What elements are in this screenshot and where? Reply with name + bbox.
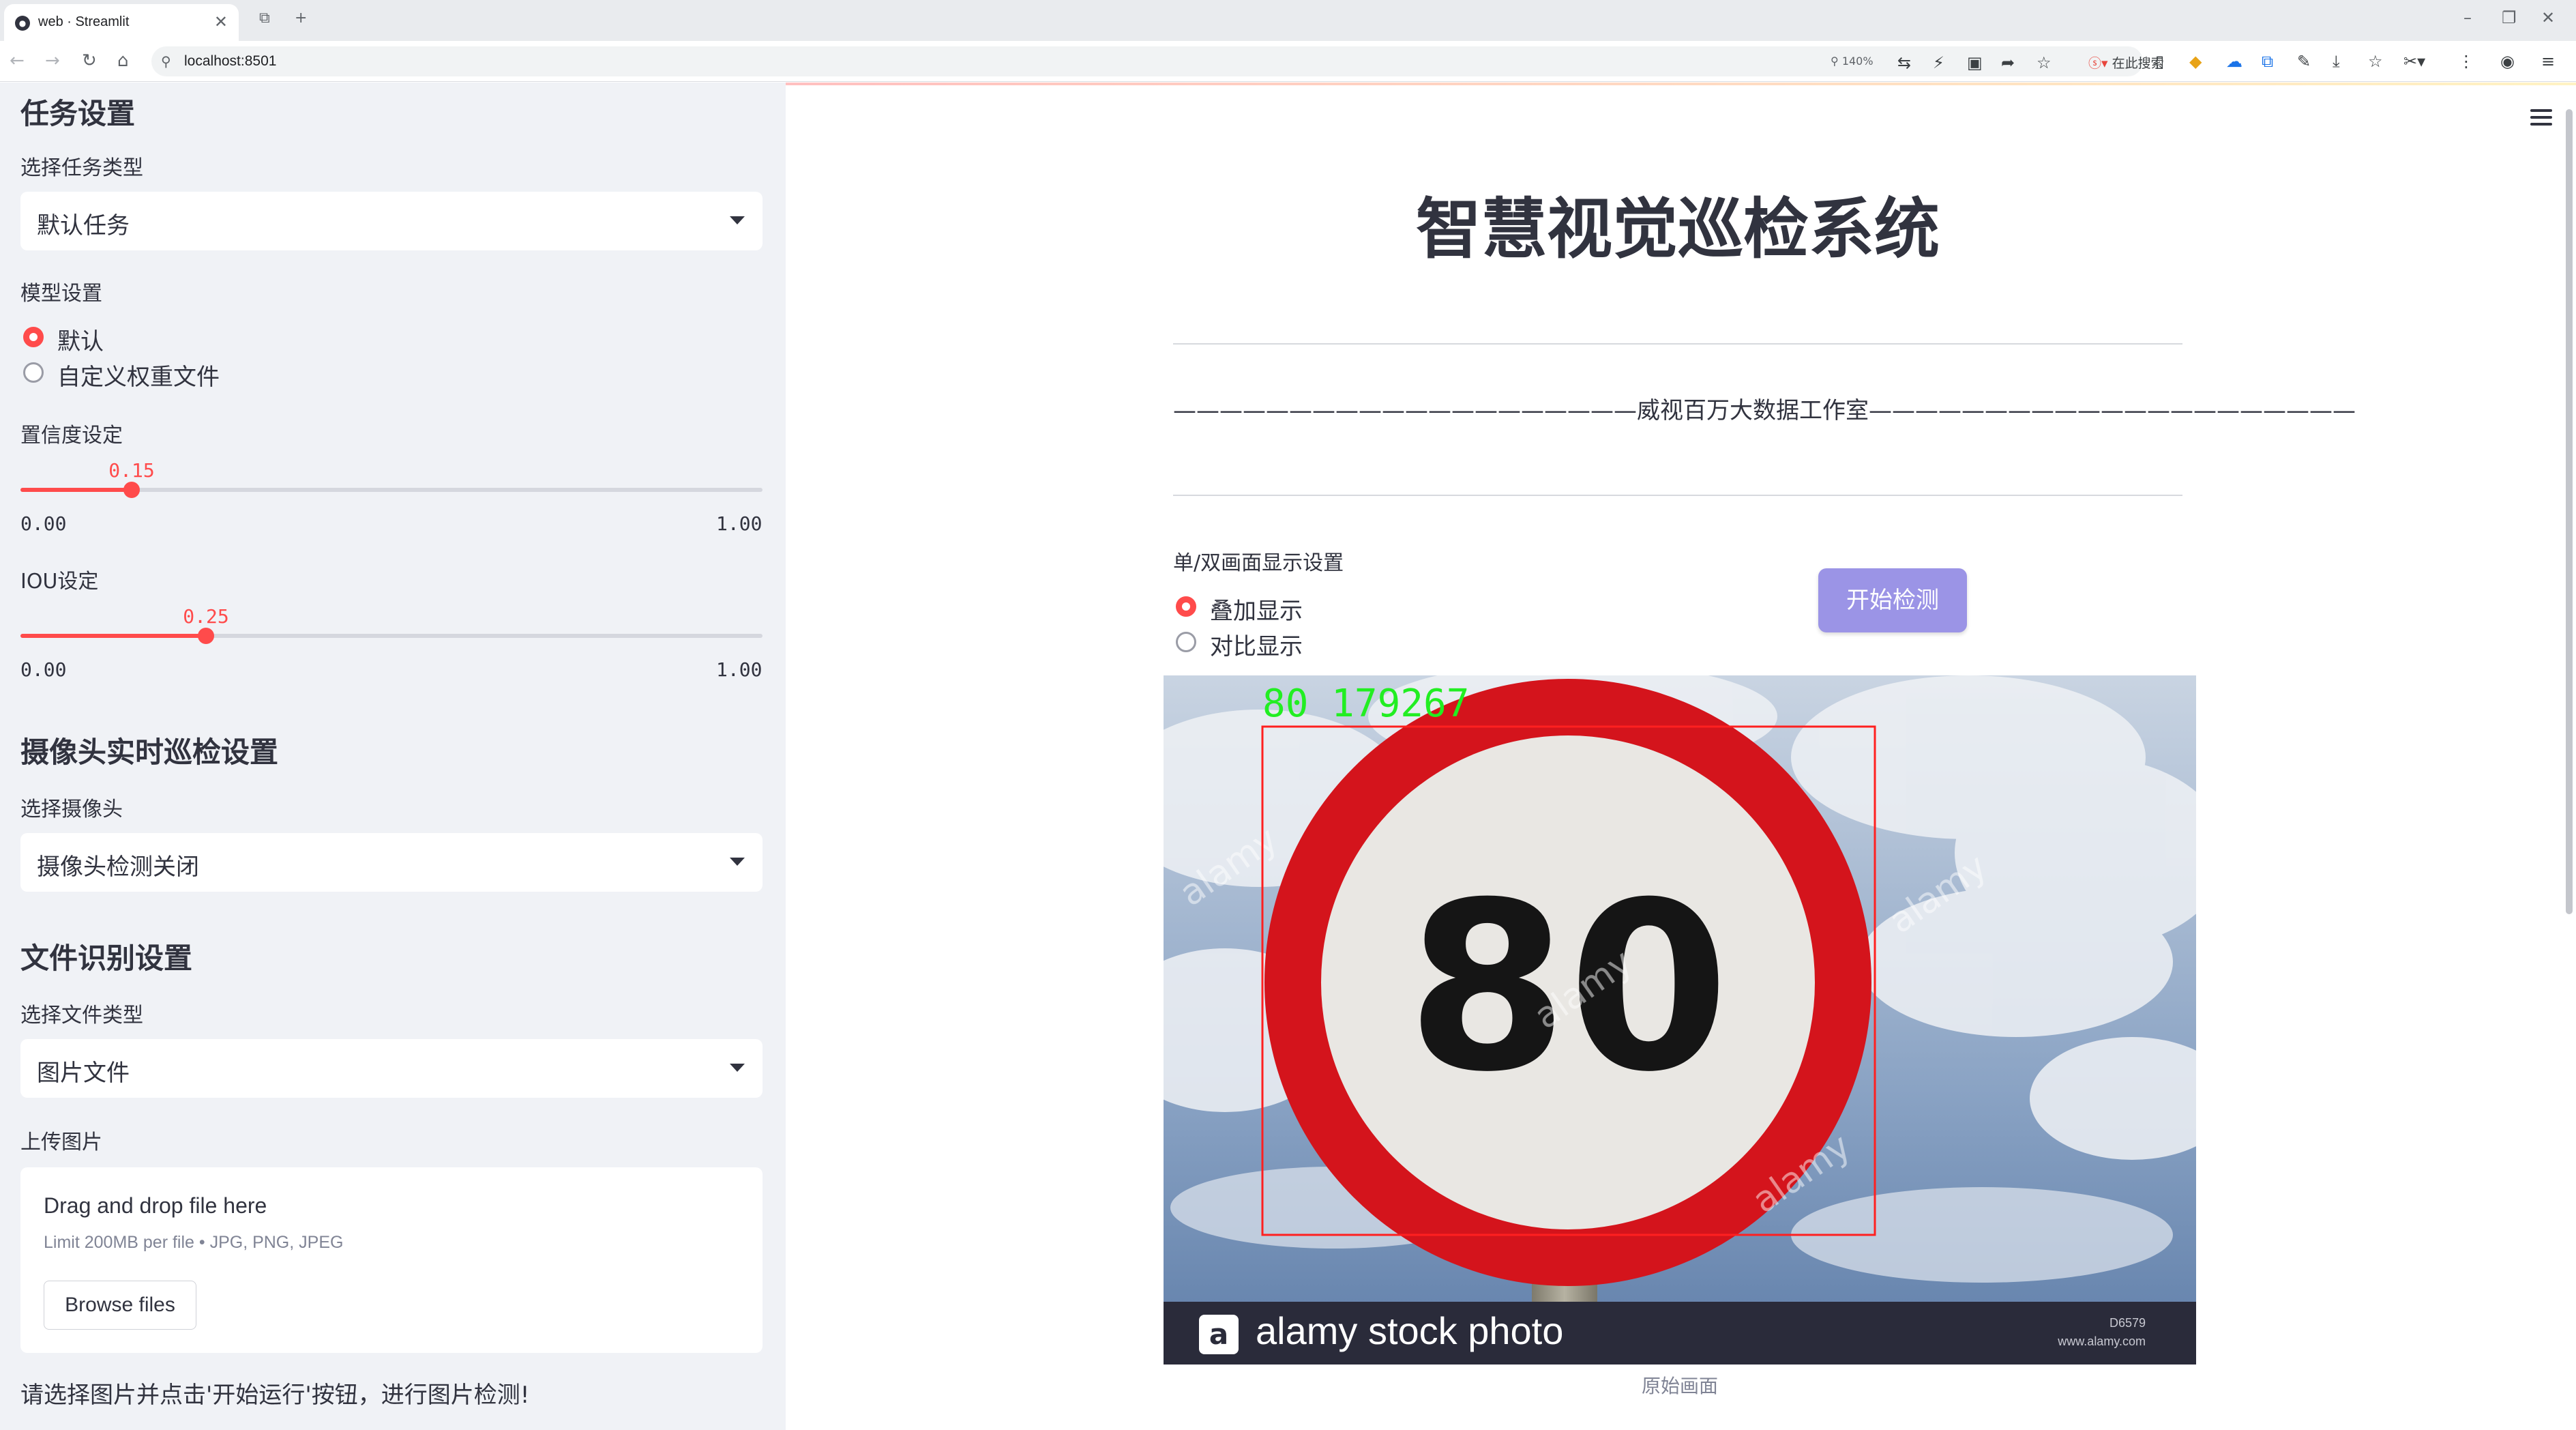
model-option-default: 默认 xyxy=(57,328,104,355)
browser-menu-icon[interactable]: ≡ xyxy=(2541,52,2555,71)
url-field[interactable]: ⚲ localhost:8501 ⚲ 140% ⇆ ⚡ ▣ ➦ ☆ ⓢ▾ 在此搜… xyxy=(151,46,2164,76)
file-dropzone[interactable]: Drag and drop file here Limit 200MB per … xyxy=(20,1167,763,1353)
confidence-max: 1.00 xyxy=(716,512,763,535)
file-type-value: 图片文件 xyxy=(37,1060,130,1087)
home-icon[interactable]: ⌂ xyxy=(117,50,129,71)
tab-close-icon[interactable]: ✕ xyxy=(214,12,228,31)
confidence-value: 0.15 xyxy=(108,459,155,482)
tab-title: web · Streamlit xyxy=(38,14,130,29)
file-type-label: 选择文件类型 xyxy=(20,1004,143,1027)
file-section-title: 文件识别设置 xyxy=(20,942,193,975)
address-bar-row: ← → ↻ ⌂ ⚲ localhost:8501 ⚲ 140% ⇆ ⚡ ▣ ➦ … xyxy=(0,41,2576,82)
slider-fill xyxy=(20,488,132,492)
restore-icon[interactable]: ❐ xyxy=(2502,8,2517,27)
zoom-level: 140% xyxy=(1841,55,1874,68)
profile-avatar-icon[interactable]: ◉ xyxy=(2500,52,2515,71)
minimize-icon[interactable]: – xyxy=(2463,8,2472,27)
display-setting-label: 单/双画面显示设置 xyxy=(1173,551,1344,575)
more-menu-icon[interactable]: ⋮ xyxy=(2458,52,2474,71)
iou-max: 1.00 xyxy=(716,658,763,681)
new-tab-icon[interactable]: + xyxy=(295,10,307,27)
sidebar: 任务设置 选择任务类型 默认任务 模型设置 默认 自定义权重文件 置信度设定 0… xyxy=(0,83,786,1430)
camera-value: 摄像头检测关闭 xyxy=(37,853,199,881)
chevron-down-icon xyxy=(730,858,745,866)
slider-fill xyxy=(20,634,206,638)
display-option-compare: 对比显示 xyxy=(1210,633,1303,660)
confidence-min: 0.00 xyxy=(20,512,67,535)
stock-id: D6579 xyxy=(2109,1316,2146,1330)
radio-checked-icon[interactable] xyxy=(23,327,44,347)
reload-icon[interactable]: ↻ xyxy=(82,50,97,71)
browser-tab[interactable]: ● web · Streamlit ✕ xyxy=(4,4,239,41)
divider xyxy=(1173,343,2182,345)
task-type-label: 选择任务类型 xyxy=(20,156,143,180)
iou-label: IOU设定 xyxy=(20,570,99,594)
upload-label: 上传图片 xyxy=(20,1130,102,1154)
chevron-down-icon xyxy=(730,216,745,224)
detection-label: 80 179267 xyxy=(1262,682,1469,726)
camera-section-title: 摄像头实时巡检设置 xyxy=(20,735,279,769)
task-type-select[interactable]: 默认任务 xyxy=(20,192,763,250)
dropzone-title: Drag and drop file here xyxy=(44,1193,267,1218)
bookmark-star-icon[interactable]: ☆ xyxy=(2037,53,2052,72)
radio-unchecked-icon[interactable] xyxy=(1176,632,1196,652)
stock-banner-text: alamy stock photo xyxy=(1256,1309,1563,1352)
streamlit-favicon-icon: ● xyxy=(15,16,30,31)
tab-groups-icon[interactable]: ⧉ xyxy=(259,10,270,27)
top-accent-bar xyxy=(786,83,2576,85)
image-caption: 原始画面 xyxy=(1641,1375,1718,1397)
site-info-icon[interactable]: ⚲ xyxy=(161,53,171,70)
extension-translate-icon[interactable]: ⧉ xyxy=(2262,52,2273,71)
alamy-logo-letter: a xyxy=(1209,1317,1228,1351)
iou-value: 0.25 xyxy=(183,605,229,628)
browser-tab-bar: ● web · Streamlit ✕ ⧉ + – ❐ ✕ xyxy=(0,0,2576,41)
start-detection-button[interactable]: 开始检测 xyxy=(1818,568,1967,632)
extension-gem-icon[interactable]: ◆ xyxy=(2189,52,2202,71)
radio-unchecked-icon[interactable] xyxy=(23,362,44,383)
download-icon[interactable]: ⤓ xyxy=(2333,52,2340,71)
slider-thumb[interactable] xyxy=(123,482,140,498)
page-subtitle: ————————————————————威视百万大数据工作室——————————… xyxy=(1173,397,2356,424)
page-title: 智慧视觉巡检系统 xyxy=(1416,191,1940,267)
slider-thumb[interactable] xyxy=(198,628,214,644)
camera-select[interactable]: 摄像头检测关闭 xyxy=(20,833,763,892)
extension-cloud-icon[interactable]: ☁ xyxy=(2226,52,2242,71)
confidence-slider[interactable]: 0.15 xyxy=(20,459,763,512)
iou-slider[interactable]: 0.25 xyxy=(20,605,763,658)
mobile-icon[interactable]: ▯ xyxy=(2155,52,2164,71)
camera-label: 选择摄像头 xyxy=(20,798,123,821)
sidebar-hint: 请选择图片并点击'开始运行'按钮，进行图片检测! xyxy=(20,1382,530,1409)
favorites-icon[interactable]: ☆ xyxy=(2368,52,2383,71)
forward-icon[interactable]: → xyxy=(45,50,60,71)
dropzone-limit: Limit 200MB per file • JPG, PNG, JPEG xyxy=(44,1233,344,1252)
cut-icon[interactable]: ✂▾ xyxy=(2403,52,2425,71)
extension-pen-icon[interactable]: ✎ xyxy=(2297,52,2311,71)
display-option-overlay: 叠加显示 xyxy=(1210,598,1303,625)
detection-image: 80 alamy alamy alamy alamy 80 179267 a a… xyxy=(1164,675,2196,1365)
back-icon[interactable]: ← xyxy=(10,50,25,71)
share-icon[interactable]: ➦ xyxy=(2001,53,2015,72)
main-menu-icon[interactable] xyxy=(2530,109,2552,126)
zoom-indicator[interactable]: ⚲ 140% xyxy=(1831,55,1874,68)
file-type-select[interactable]: 图片文件 xyxy=(20,1039,763,1098)
lightning-icon[interactable]: ⚡ xyxy=(1933,53,1944,72)
url-text[interactable]: localhost:8501 xyxy=(184,53,276,70)
task-section-title: 任务设置 xyxy=(20,97,136,130)
model-option-custom: 自定义权重文件 xyxy=(57,364,220,391)
close-window-icon[interactable]: ✕ xyxy=(2541,8,2555,27)
radio-checked-icon[interactable] xyxy=(1176,596,1196,617)
confidence-label: 置信度设定 xyxy=(20,424,123,448)
scrollbar[interactable] xyxy=(2566,109,2573,914)
model-label: 模型设置 xyxy=(20,282,102,306)
divider xyxy=(1173,495,2182,496)
detection-image-canvas: 80 alamy alamy alamy alamy 80 179267 a a… xyxy=(1164,675,2196,1365)
translate-icon[interactable]: ⇆ xyxy=(1897,53,1911,72)
browse-files-button[interactable]: Browse files xyxy=(44,1281,196,1330)
iou-min: 0.00 xyxy=(20,658,67,681)
screenshot-icon[interactable]: ▣ xyxy=(1967,53,1983,72)
stock-site: www.alamy.com xyxy=(2057,1334,2146,1348)
chevron-down-icon xyxy=(730,1064,745,1072)
task-type-value: 默认任务 xyxy=(37,212,130,239)
